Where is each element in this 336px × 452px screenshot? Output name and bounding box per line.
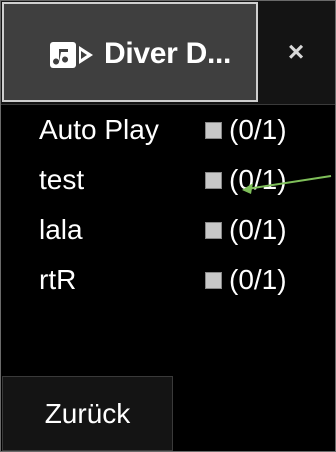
window-title: Diver D... (104, 37, 232, 70)
title-tab[interactable]: Diver D... (2, 2, 258, 102)
option-label: rtR (39, 264, 77, 295)
checkbox-rtr[interactable] (205, 272, 222, 289)
option-list: Auto Play (0/1) test (0/1) lala (0/1) rt… (1, 105, 335, 355)
list-item-auto-play: Auto Play (0/1) (1, 105, 335, 155)
checkbox-test[interactable] (205, 172, 222, 189)
list-item-lala: lala (0/1) (1, 205, 335, 255)
option-label: lala (39, 214, 83, 245)
list-item-test: test (0/1) (1, 155, 335, 205)
option-count: (0/1) (229, 264, 287, 295)
option-count: (0/1) (229, 214, 287, 245)
back-button[interactable]: Zurück (2, 376, 173, 451)
dialog-window: Diver D... × Auto Play (0/1) test (0/1) … (0, 0, 336, 452)
checkbox-auto-play[interactable] (205, 122, 222, 139)
checkbox-lala[interactable] (205, 222, 222, 239)
option-label: test (39, 164, 85, 195)
option-count: (0/1) (229, 114, 287, 145)
music-note-icon (50, 42, 93, 68)
option-label: Auto Play (39, 114, 159, 145)
close-button[interactable]: × (258, 2, 334, 102)
list-item-rtr: rtR (0/1) (1, 255, 335, 305)
divider (1, 355, 335, 375)
option-count: (0/1) (229, 164, 287, 195)
title-bar: Diver D... × (1, 1, 335, 105)
